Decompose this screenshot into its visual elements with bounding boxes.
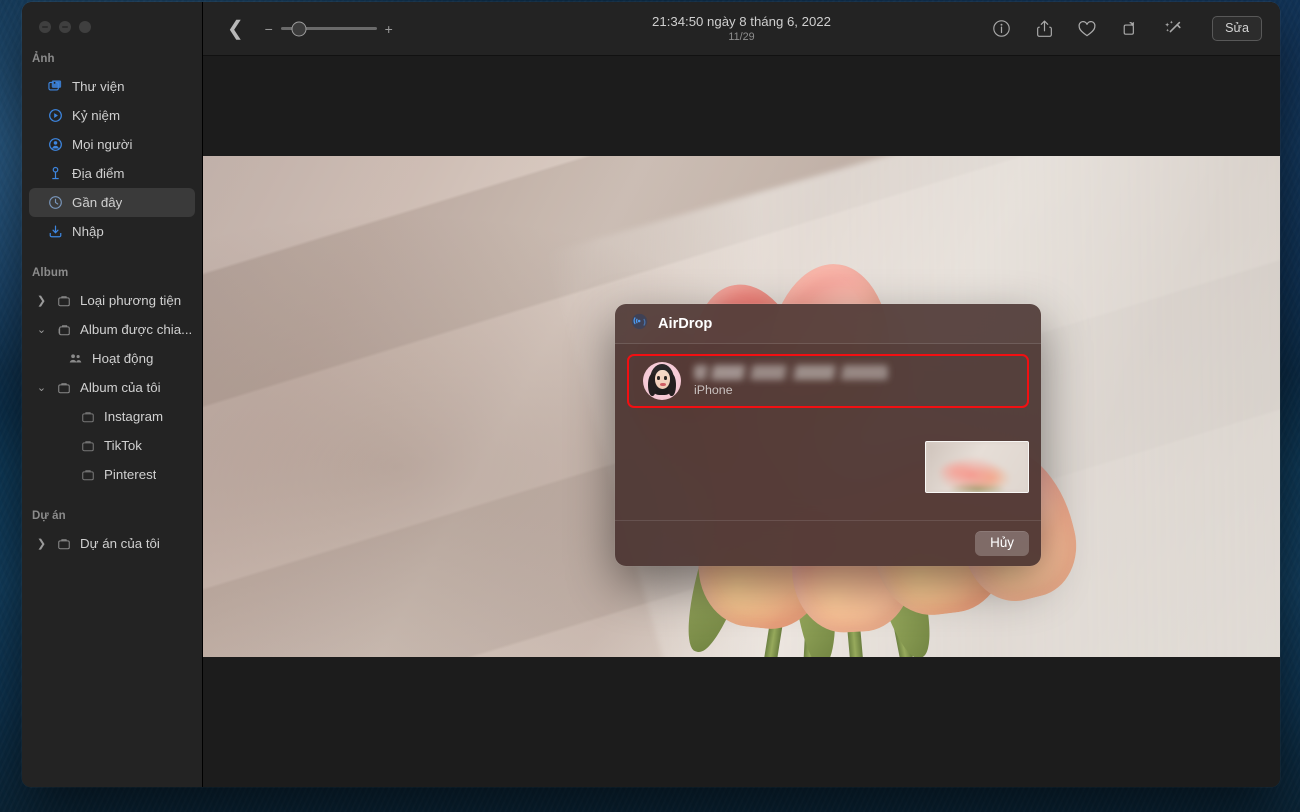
zoom-in-plus-label[interactable]: + [384,21,394,37]
sidebar: Ảnh Thư viện Kỷ niệm Mọi người Địa điểm [22,2,203,787]
window-traffic-lights [22,2,202,33]
sidebar-item-dia-diem[interactable]: Địa điểm [29,159,195,188]
auto-enhance-wand-icon[interactable] [1162,18,1184,40]
airdrop-dialog: AirDrop iPhone Hủy [615,304,1041,566]
folder-icon [55,292,72,309]
sidebar-item-label: Album được chia... [80,322,193,337]
sidebar-item-label: Pinterest [104,467,157,482]
folder-icon [79,466,96,483]
sidebar-item-label: Kỷ niệm [72,108,121,123]
folder-icon [55,379,72,396]
sidebar-item-label: Instagram [104,409,164,424]
people-icon [47,136,64,153]
favorite-heart-icon[interactable] [1076,18,1098,40]
memories-icon [47,107,64,124]
zoom-button[interactable] [79,21,91,33]
share-icon[interactable] [1033,18,1055,40]
folder-icon [79,408,96,425]
sidebar-item-label: Gần đây [72,195,123,210]
airdrop-dialog-body: iPhone [615,344,1041,520]
sidebar-item-label: Mọi người [72,137,133,152]
chevron-right-icon[interactable]: ❯ [36,292,47,309]
airdrop-dialog-footer: Hủy [615,520,1041,566]
zoom-slider-knob[interactable] [291,21,307,36]
photos-app-window: Ảnh Thư viện Kỷ niệm Mọi người Địa điểm [22,2,1280,787]
page-title: 21:34:50 ngày 8 tháng 6, 2022 [652,14,831,29]
chevron-down-icon[interactable]: ⌄ [36,321,47,338]
airdrop-device-texts: iPhone [694,365,888,397]
sidebar-item-loai-phuong-tien[interactable]: ❯ Loại phương tiện [29,286,195,315]
sidebar-item-label: TikTok [104,438,142,453]
sidebar-item-ky-niem[interactable]: Kỷ niệm [29,101,195,130]
chevron-right-icon[interactable]: ❯ [36,535,47,552]
zoom-slider-track[interactable] [280,21,377,36]
sidebar-item-album-duoc-chia-se[interactable]: ⌄ Album được chia... [29,315,195,344]
sidebar-item-du-an-cua-toi[interactable]: ❯ Dự án của tôi [29,529,195,558]
sidebar-item-label: Thư viện [72,79,125,94]
toolbar-actions: Sửa [990,16,1262,41]
back-chevron-left-icon[interactable]: ❮ [219,17,252,41]
sidebar-item-label: Hoạt động [92,351,154,366]
sidebar-item-label: Địa điểm [72,166,125,181]
shared-album-icon [55,321,72,338]
sidebar-item-pinterest[interactable]: Pinterest [29,460,195,489]
sidebar-item-album-cua-toi[interactable]: ⌄ Album của tôi [29,373,195,402]
minimize-button[interactable] [59,21,71,33]
sidebar-section-header-photos: Ảnh [32,53,55,65]
close-button[interactable] [39,21,51,33]
airdrop-device-name-redacted [694,365,888,380]
sidebar-item-label: Loại phương tiện [80,293,182,308]
memoji-avatar [643,362,681,400]
import-icon [47,223,64,240]
airdrop-dialog-title: AirDrop [658,315,713,332]
sidebar-item-label: Dự án của tôi [80,536,160,551]
sidebar-item-label: Nhập [72,224,104,239]
photos-library-icon [47,78,64,95]
airdrop-attachment-thumbnail [925,441,1029,493]
sidebar-item-tiktok[interactable]: TikTok [29,431,195,460]
toolbar: ❮ − + 21:34:50 ngày 8 tháng 6, 2022 11/2… [203,2,1280,56]
chevron-down-icon[interactable]: ⌄ [36,379,47,396]
edit-button[interactable]: Sửa [1212,16,1262,41]
zoom-slider[interactable]: − + [264,21,394,37]
airdrop-device-iphone[interactable]: iPhone [627,354,1029,408]
sidebar-item-hoat-dong[interactable]: Hoạt động [29,344,195,373]
airdrop-dialog-header: AirDrop [615,304,1041,344]
zoom-out-minus-label[interactable]: − [264,21,274,37]
rotate-icon[interactable] [1119,18,1141,40]
sidebar-item-moi-nguoi[interactable]: Mọi người [29,130,195,159]
places-pin-icon [47,165,64,182]
cancel-button[interactable]: Hủy [975,531,1029,556]
sidebar-item-thu-vien[interactable]: Thư viện [29,72,195,101]
info-icon[interactable] [990,18,1012,40]
content-area: ❮ − + 21:34:50 ngày 8 tháng 6, 2022 11/2… [203,2,1280,787]
sidebar-item-label: Album của tôi [80,380,161,395]
photo-index-counter: 11/29 [728,31,755,43]
airdrop-device-type: iPhone [694,383,733,397]
sidebar-item-gan-day[interactable]: Gần đây [29,188,195,217]
sidebar-section-header-projects: Dự án [32,510,66,522]
recents-clock-icon [47,194,64,211]
folder-icon [55,535,72,552]
sidebar-section-header-album: Album [32,267,69,279]
airdrop-icon [631,313,648,335]
sidebar-item-nhap[interactable]: Nhập [29,217,195,246]
activity-people-icon [67,350,84,367]
folder-icon [79,437,96,454]
sidebar-item-instagram[interactable]: Instagram [29,402,195,431]
photo-stage: AirDrop iPhone Hủy [203,56,1280,787]
